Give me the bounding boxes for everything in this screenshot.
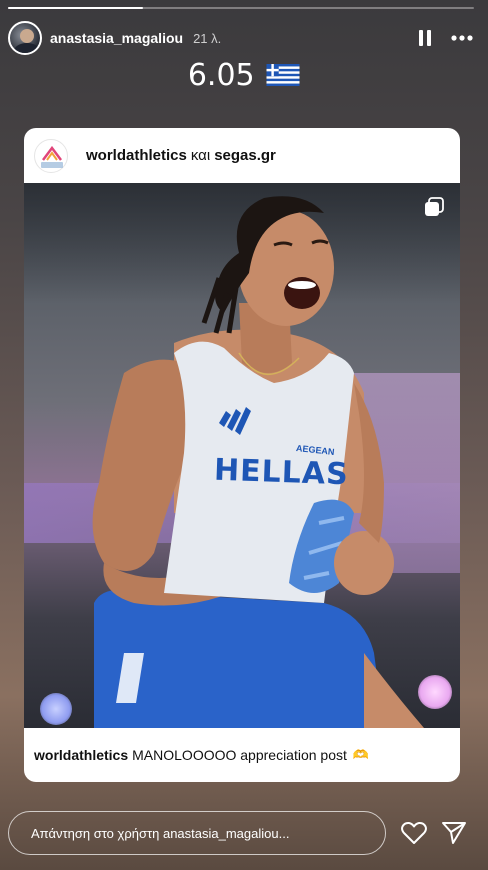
story-viewer: anastasia_magaliou 21 λ. 6.05 worldathle… [0,0,488,870]
reply-placeholder: Απάντηση στο χρήστη anastasia_magaliou..… [31,825,290,841]
jersey-text: HELLAS [213,453,349,493]
pause-icon[interactable] [414,27,436,49]
account-joiner: και [190,147,211,164]
story-caption: 6.05 [0,58,488,94]
caption-text: MANOLOOOOO appreciation post [132,747,347,763]
story-header: anastasia_magaliou 21 λ. [8,20,474,56]
shared-post-header: worldathletics και segas.gr [24,128,460,183]
shared-post-caption: worldathletics MANOLOOOOO appreciation p… [24,728,460,782]
story-username[interactable]: anastasia_magaliou [50,30,183,46]
send-icon[interactable] [441,820,467,846]
shared-post-card[interactable]: worldathletics και segas.gr HELLAS AEGEA… [24,128,460,782]
reply-input[interactable]: Απάντηση στο χρήστη anastasia_magaliou..… [8,811,386,855]
story-caption-text: 6.05 [187,58,255,93]
greek-flag-icon [266,59,300,94]
heart-hands-emoji: 🫶 [352,747,370,762]
shared-post-accounts[interactable]: worldathletics και segas.gr [86,147,276,164]
shared-post-photo: HELLAS AEGEAN [24,183,460,728]
heart-icon[interactable] [401,821,427,845]
story-timestamp: 21 λ. [193,30,222,46]
caption-username[interactable]: worldathletics [34,747,128,763]
jersey-hellas: HELLAS [213,452,350,493]
world-athletics-logo-icon [34,138,68,173]
shared-post-secondary-account[interactable]: segas.gr [214,147,276,164]
story-progress-fill [8,7,144,9]
avatar[interactable] [8,21,42,55]
carousel-icon [424,197,444,217]
more-icon[interactable] [450,27,474,49]
story-progress-bar [8,7,474,9]
shared-post-primary-account[interactable]: worldathletics [86,147,187,164]
